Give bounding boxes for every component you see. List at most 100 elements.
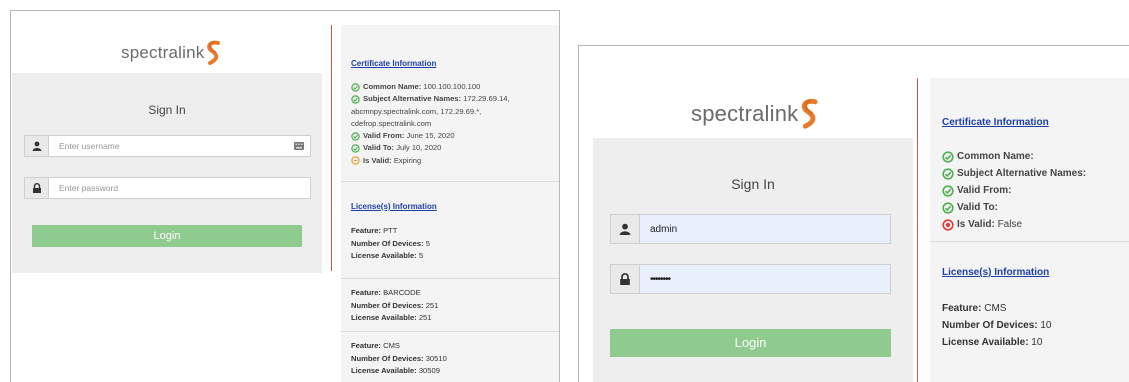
check-circle-icon bbox=[942, 201, 954, 214]
license-field-value: 10 bbox=[1037, 320, 1052, 331]
license-devices-line: Number Of Devices: 10 bbox=[942, 317, 1129, 334]
password-input[interactable]: Enter password bbox=[48, 177, 311, 199]
license-field-value: 5 bbox=[423, 238, 430, 248]
certificate-field-value: 100.100.100.100 bbox=[421, 82, 481, 91]
user-icon bbox=[24, 135, 48, 157]
panel-divider bbox=[331, 25, 332, 271]
license-field-label: License Available: bbox=[351, 366, 417, 375]
certificate-line: Subject Alternative Names: 172.29.69.14, bbox=[351, 93, 510, 105]
license-field-label: Number Of Devices: bbox=[942, 320, 1038, 331]
login-button[interactable]: Login bbox=[610, 329, 891, 357]
brand-name: spectralink bbox=[691, 101, 799, 126]
left-screenshot: spectralink Sign In Enter username Enter… bbox=[10, 10, 560, 382]
certificate-field-label: Common Name: bbox=[363, 82, 422, 91]
certificate-details: Common Name: Subject Alternative Names: Va… bbox=[942, 148, 1086, 233]
username-value: admin bbox=[650, 223, 678, 235]
license-details: Feature: CMS Number Of Devices: 10 License… bbox=[930, 300, 1129, 360]
license-field-value: CMS bbox=[380, 341, 400, 350]
license-field-value: 30509 bbox=[416, 366, 440, 375]
spectralink-s-icon bbox=[802, 98, 818, 129]
certificate-info-link[interactable]: Certificate Information bbox=[351, 59, 436, 68]
license-field-value: BARCODE bbox=[380, 288, 421, 297]
certificate-field-label: Common Name: bbox=[957, 151, 1034, 162]
lock-icon bbox=[610, 264, 639, 294]
license-feature-line: Feature: BARCODE bbox=[351, 287, 559, 300]
certificate-field-label: Valid From: bbox=[363, 131, 405, 141]
license-details: Feature: PTT Number Of Devices: 5 License … bbox=[341, 225, 559, 382]
info-panel: Certificate Information Common Name: 100… bbox=[341, 25, 559, 382]
license-field-label: Feature: bbox=[351, 288, 381, 297]
license-info-link[interactable]: License(s) Information bbox=[351, 202, 437, 211]
certificate-field-value: July 10, 2020 bbox=[394, 143, 442, 153]
certificate-line: Common Name: bbox=[942, 148, 1086, 165]
certificate-line: Subject Alternative Names: bbox=[942, 165, 1086, 182]
certificate-line: Is Valid: Expiring bbox=[351, 155, 510, 167]
keyboard-icon[interactable] bbox=[294, 142, 304, 150]
certificate-field-label: Valid From: bbox=[957, 185, 1012, 196]
lock-icon bbox=[24, 177, 48, 199]
license-available-line: License Available: 10 bbox=[942, 334, 1129, 351]
certificate-line: Common Name: 100.100.100.100 bbox=[351, 81, 510, 93]
info-panel: Certificate Information Common Name: Subj… bbox=[930, 78, 1129, 382]
password-field: •••••••• bbox=[610, 264, 891, 294]
license-field-value: CMS bbox=[981, 303, 1007, 314]
spectralink-s-icon bbox=[207, 40, 221, 65]
license-devices-line: Number Of Devices: 5 bbox=[351, 238, 559, 251]
brand-name: spectralink bbox=[121, 43, 205, 62]
license-group: Feature: CMS Number Of Devices: 30510 Lice… bbox=[341, 331, 559, 382]
certificate-line: Is Valid: False bbox=[942, 216, 1086, 233]
check-circle-icon bbox=[351, 144, 360, 153]
error-circle-icon bbox=[942, 218, 954, 231]
license-feature-line: Feature: CMS bbox=[942, 300, 1129, 317]
check-circle-icon bbox=[351, 82, 360, 92]
password-value: •••••••• bbox=[650, 273, 671, 285]
brand-logo: spectralink bbox=[121, 39, 222, 67]
certificate-field-label: Is Valid: bbox=[957, 219, 995, 230]
username-input[interactable]: admin bbox=[639, 214, 891, 244]
username-field: admin bbox=[610, 214, 891, 244]
license-field-label: Feature: bbox=[942, 303, 982, 314]
panel-divider bbox=[917, 78, 918, 382]
certificate-field-label: Valid To: bbox=[957, 202, 998, 213]
license-field-label: License Available: bbox=[351, 251, 417, 260]
license-info-link[interactable]: License(s) Information bbox=[942, 267, 1049, 278]
certificate-field-value: abcmnpy.spectralink.com, 172.29.69.*, bbox=[351, 106, 482, 116]
certificate-line: Valid From: bbox=[942, 182, 1086, 199]
certificate-info-link[interactable]: Certificate Information bbox=[942, 117, 1049, 128]
license-field-label: Number Of Devices: bbox=[351, 238, 424, 248]
license-devices-line: Number Of Devices: 251 bbox=[351, 300, 559, 313]
license-group: Feature: PTT Number Of Devices: 5 License … bbox=[341, 225, 559, 278]
check-circle-icon bbox=[351, 95, 360, 104]
license-group: Feature: CMS Number Of Devices: 10 License… bbox=[930, 300, 1129, 360]
warning-circle-icon bbox=[351, 156, 360, 166]
signin-title: Sign In bbox=[148, 103, 186, 117]
license-field-label: Feature: bbox=[351, 341, 381, 350]
certificate-line: Valid To: bbox=[942, 199, 1086, 216]
license-group: Feature: BARCODE Number Of Devices: 251 Li… bbox=[341, 278, 559, 331]
license-available-line: License Available: 30509 bbox=[351, 365, 559, 378]
certificate-line: abcmnpy.spectralink.com, 172.29.69.*, bbox=[351, 106, 510, 118]
password-input[interactable]: •••••••• bbox=[639, 264, 891, 294]
license-field-label: Feature: bbox=[351, 226, 381, 235]
brand-logo: spectralink bbox=[691, 96, 820, 132]
license-feature-line: Feature: PTT bbox=[351, 225, 559, 238]
license-available-line: License Available: 5 bbox=[351, 250, 559, 263]
certificate-field-label: Is Valid: bbox=[363, 155, 392, 165]
section-divider bbox=[341, 181, 559, 182]
certificate-field-value: June 15, 2020 bbox=[404, 131, 455, 141]
license-field-label: Number Of Devices: bbox=[351, 353, 424, 363]
check-circle-icon bbox=[942, 184, 954, 197]
certificate-field-value: cdefrop.spectralink.com bbox=[351, 118, 432, 128]
signin-title: Sign In bbox=[731, 176, 775, 192]
login-button[interactable]: Login bbox=[32, 225, 302, 247]
username-field: Enter username bbox=[24, 135, 311, 157]
section-divider bbox=[930, 241, 1129, 242]
license-field-value: 251 bbox=[423, 300, 439, 310]
check-circle-icon bbox=[942, 167, 954, 180]
username-placeholder: Enter username bbox=[59, 141, 120, 151]
username-input[interactable]: Enter username bbox=[48, 135, 311, 157]
certificate-line: cdefrop.spectralink.com bbox=[351, 118, 510, 130]
license-field-label: Number Of Devices: bbox=[351, 300, 424, 310]
check-circle-icon bbox=[351, 132, 360, 141]
certificate-field-value: False bbox=[994, 219, 1023, 230]
